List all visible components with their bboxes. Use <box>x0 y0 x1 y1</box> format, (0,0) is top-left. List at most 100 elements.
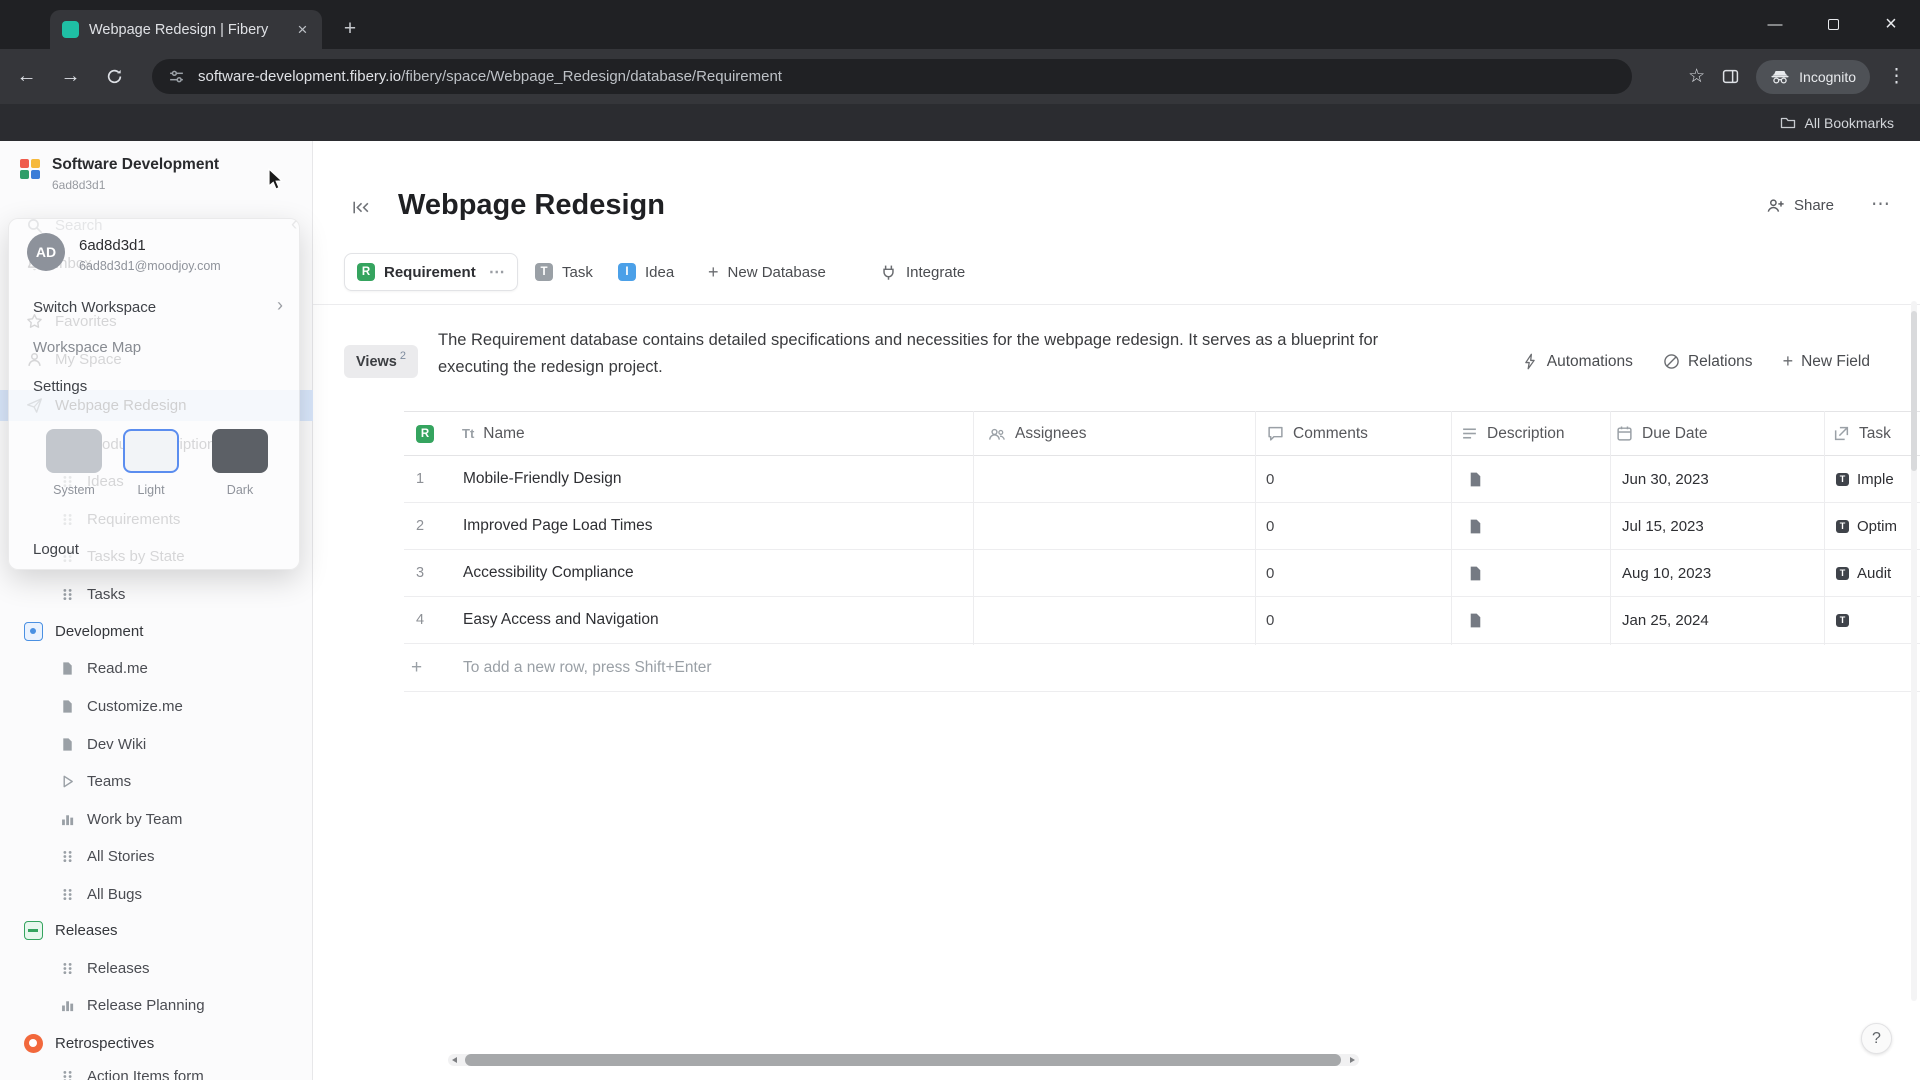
task-link[interactable]: Optim <box>1857 518 1897 535</box>
all-bookmarks-button[interactable]: All Bookmarks <box>1805 115 1894 131</box>
forward-button[interactable]: → <box>54 60 87 93</box>
row-number: 2 <box>415 518 425 534</box>
task-link[interactable]: Audit <box>1857 565 1891 582</box>
sidebar-item-release-planning[interactable]: Release Planning <box>60 989 205 1021</box>
cell-task[interactable]: T Imple <box>1836 456 1920 502</box>
column-header-assignees[interactable]: Assignees <box>988 412 1087 455</box>
cell-due-date[interactable]: Jul 15, 2023 <box>1622 503 1704 549</box>
cell-name[interactable]: Mobile-Friendly Design <box>463 456 622 502</box>
address-bar[interactable]: software-development.fibery.io/fibery/sp… <box>152 59 1632 94</box>
sidebar-item-tasks[interactable]: Tasks <box>60 578 125 610</box>
sidebar-item-all-bugs[interactable]: All Bugs <box>60 878 142 910</box>
views-button[interactable]: Views 2 <box>344 345 418 378</box>
side-panel-icon[interactable] <box>1722 68 1739 85</box>
tab-menu-icon[interactable]: ⋯ <box>489 262 505 282</box>
table-row[interactable]: 4 Easy Access and Navigation 0 Jan 25, 2… <box>404 597 1920 644</box>
document-icon <box>1467 565 1484 582</box>
sidebar-space-development[interactable]: Development <box>24 615 143 647</box>
table-row[interactable]: 1 Mobile-Friendly Design 0 Jun 30, 2023 … <box>404 456 1920 503</box>
cell-name[interactable]: Improved Page Load Times <box>463 503 653 549</box>
table-row[interactable]: 2 Improved Page Load Times 0 Jul 15, 202… <box>404 503 1920 550</box>
cell-task[interactable]: T <box>1836 597 1920 643</box>
relation-arrow-icon <box>1833 425 1850 442</box>
sidebar-item-releases[interactable]: Releases <box>60 952 150 984</box>
column-header-due-date[interactable]: Due Date <box>1616 412 1707 455</box>
sidebar-item-action-items-form[interactable]: Action Items form <box>60 1060 204 1080</box>
play-icon <box>60 774 75 789</box>
collapse-sidebar-button[interactable] <box>346 193 374 221</box>
requirements-table: R Tt Name Assignees Comments Description <box>404 411 1920 692</box>
tab-requirement[interactable]: R Requirement ⋯ <box>344 253 518 291</box>
document-icon <box>60 737 75 752</box>
sidebar-item-work-by-team[interactable]: Work by Team <box>60 803 182 835</box>
scrollbar-thumb[interactable] <box>465 1054 1341 1066</box>
table-row[interactable]: 3 Accessibility Compliance 0 Aug 10, 202… <box>404 550 1920 597</box>
sidebar-item-all-stories[interactable]: All Stories <box>60 840 155 872</box>
sidebar-item-customize-me[interactable]: Customize.me <box>60 690 183 722</box>
minimize-button[interactable]: — <box>1746 0 1804 49</box>
reload-button[interactable] <box>98 60 131 93</box>
sidebar-space-retrospectives[interactable]: Retrospectives <box>24 1027 154 1059</box>
horizontal-scrollbar[interactable] <box>448 1054 1359 1066</box>
cell-comments[interactable]: 0 <box>1266 550 1274 596</box>
cell-comments[interactable]: 0 <box>1266 456 1274 502</box>
relations-button[interactable]: Relations <box>1663 353 1753 371</box>
sidebar-item-dev-wiki[interactable]: Dev Wiki <box>60 728 146 760</box>
close-button[interactable]: × <box>1862 0 1920 49</box>
column-header-task[interactable]: Task <box>1833 412 1891 455</box>
grid-icon <box>60 961 75 976</box>
cell-description[interactable] <box>1467 597 1484 643</box>
cell-description[interactable] <box>1467 503 1484 549</box>
cell-due-date[interactable]: Aug 10, 2023 <box>1622 550 1711 596</box>
task-link[interactable]: Imple <box>1857 471 1894 488</box>
column-header-comments[interactable]: Comments <box>1267 412 1368 455</box>
lightning-icon <box>1522 353 1539 370</box>
cell-name[interactable]: Easy Access and Navigation <box>463 597 659 643</box>
cell-comments[interactable]: 0 <box>1266 503 1274 549</box>
browser-tab[interactable]: Webpage Redesign | Fibery × <box>50 10 322 49</box>
tab-idea[interactable]: I Idea <box>618 253 674 291</box>
cell-task[interactable]: T Audit <box>1836 550 1920 596</box>
tab-task[interactable]: T Task <box>535 253 593 291</box>
theme-option-light[interactable] <box>123 429 179 473</box>
scrollbar-thumb[interactable] <box>1911 311 1917 471</box>
theme-option-dark[interactable] <box>212 429 268 473</box>
add-row[interactable]: + To add a new row, press Shift+Enter <box>404 644 1920 692</box>
cell-task[interactable]: T Optim <box>1836 503 1920 549</box>
cell-description[interactable] <box>1467 456 1484 502</box>
cell-description[interactable] <box>1467 550 1484 596</box>
workspace-name[interactable]: Software Development <box>52 156 219 174</box>
scroll-right-icon[interactable] <box>1350 1056 1355 1063</box>
new-database-button[interactable]: + New Database <box>708 253 826 291</box>
share-button[interactable]: Share <box>1766 197 1834 214</box>
sidebar-item-read-me[interactable]: Read.me <box>60 652 148 684</box>
vertical-scrollbar[interactable] <box>1911 301 1917 1001</box>
back-button[interactable]: ← <box>10 60 43 93</box>
automations-button[interactable]: Automations <box>1522 353 1633 371</box>
cell-due-date[interactable]: Jan 25, 2024 <box>1622 597 1709 643</box>
menu-item-settings[interactable]: Settings <box>33 374 87 398</box>
menu-item-switch-workspace[interactable]: Switch Workspace <box>33 295 156 319</box>
menu-item-logout[interactable]: Logout <box>33 537 79 561</box>
theme-option-system[interactable] <box>46 429 102 473</box>
help-button[interactable]: ? <box>1861 1023 1892 1054</box>
maximize-button[interactable] <box>1804 0 1862 49</box>
new-field-button[interactable]: + New Field <box>1783 351 1870 372</box>
cell-name[interactable]: Accessibility Compliance <box>463 550 634 596</box>
new-tab-button[interactable]: + <box>336 15 364 43</box>
scroll-left-icon[interactable] <box>452 1056 457 1063</box>
add-row-plus-icon[interactable]: + <box>411 644 422 691</box>
page-more-icon[interactable]: ⋯ <box>1871 193 1890 216</box>
integrate-button[interactable]: Integrate <box>880 253 965 291</box>
column-header-description[interactable]: Description <box>1461 412 1565 455</box>
browser-menu-icon[interactable]: ⋮ <box>1887 65 1906 88</box>
fibery-favicon <box>62 21 79 38</box>
column-header-name[interactable]: Tt Name <box>462 412 525 455</box>
bookmark-star-icon[interactable]: ☆ <box>1688 65 1705 88</box>
menu-item-workspace-map[interactable]: Workspace Map <box>33 335 141 359</box>
tab-close-icon[interactable]: × <box>291 18 314 41</box>
sidebar-item-teams[interactable]: Teams <box>60 765 131 797</box>
cell-comments[interactable]: 0 <box>1266 597 1274 643</box>
sidebar-space-releases[interactable]: Releases <box>24 914 118 946</box>
cell-due-date[interactable]: Jun 30, 2023 <box>1622 456 1709 502</box>
